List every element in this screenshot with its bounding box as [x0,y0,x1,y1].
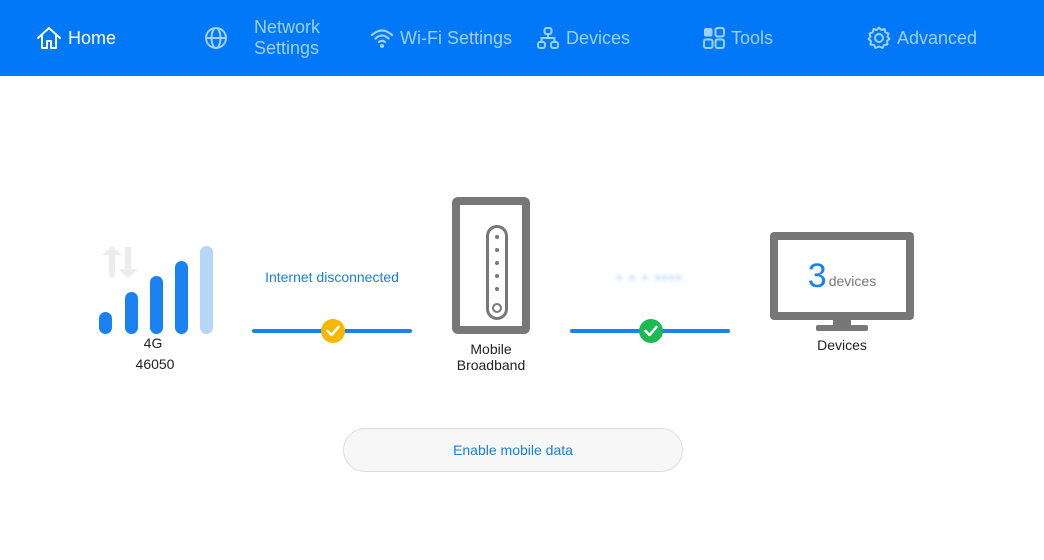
nav-item-label: Devices [566,27,631,48]
monitor-base [816,325,868,331]
gear-icon [867,26,891,50]
router-led [495,248,499,252]
nav-item-network-settings[interactable]: Network Settings [204,0,320,76]
router-led [495,287,499,291]
nav-item-devices[interactable]: Devices [536,0,630,76]
nav-label-line2: Settings [254,38,320,58]
router-indicator-panel [486,225,508,320]
signal-bar-5 [200,246,213,334]
wifi-icon [370,27,394,49]
network-tree-icon [536,26,560,50]
signal-bar-2 [125,292,138,334]
nav-item-label: Home [68,27,117,48]
router-label: Mobile Broadband [440,341,542,373]
signal-bar-1 [99,312,112,334]
router-icon [452,197,530,334]
signal-bar-4 [175,261,188,334]
nav-item-advanced[interactable]: Advanced [867,0,977,76]
devices-label: Devices [817,337,867,353]
network-type: 4G [143,335,163,351]
router-led [495,274,499,278]
signal-bar-3 [150,276,163,334]
grid-icon [703,27,725,49]
router-label-line2: Broadband [456,357,526,373]
router-label-line1: Mobile [470,341,512,357]
globe-icon [204,26,228,50]
nav-label-line1: Network [254,17,321,37]
nav-item-label: Network Settings [254,17,320,59]
device-count: 3 [807,257,827,295]
router-led [495,261,499,265]
device-count-unit: devices [828,273,877,289]
nav-item-tools[interactable]: Tools [703,0,773,76]
top-navigation-bar: Home Network Settings Wi-Fi Settings Dev… [0,0,1044,76]
nav-item-home[interactable]: Home [36,0,116,76]
wifi-name-obscured: ▪ ▪ ▪ ▪▪▪▪ [616,269,684,285]
nav-item-label: Tools [731,27,774,48]
warning-check-icon [321,319,345,343]
enable-mobile-data-button[interactable]: Enable mobile data [343,428,683,472]
signal-strength-bars [96,244,216,336]
nav-item-wifi-settings[interactable]: Wi-Fi Settings [370,0,512,76]
router-power-button [492,303,502,313]
monitor-icon: 3 devices [770,232,914,332]
internet-status-text: Internet disconnected [265,269,399,285]
nav-item-label: Advanced [897,27,978,48]
success-check-icon [639,319,663,343]
home-icon [36,26,62,50]
monitor-screen: 3 devices [770,232,914,320]
nav-item-label: Wi-Fi Settings [400,27,513,48]
router-led [495,235,499,239]
operator-code: 46050 [135,356,175,372]
